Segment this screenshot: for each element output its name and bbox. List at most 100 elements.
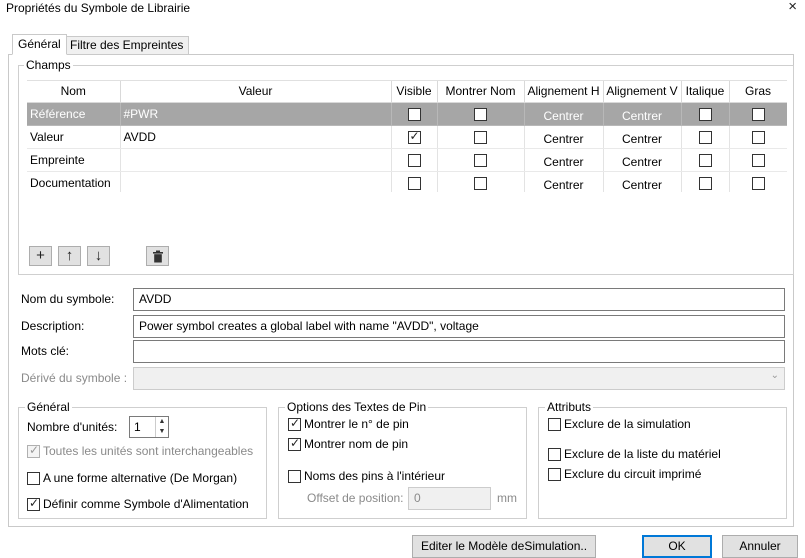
description-field[interactable]: Power symbol creates a global label with… <box>133 315 785 338</box>
show-pin-name-row[interactable]: Montrer nom de pin <box>288 436 408 451</box>
grid-checkbox-cell[interactable] <box>391 125 438 149</box>
grid-checkbox[interactable] <box>751 130 765 144</box>
fields-table: Nom Valeur Visible Montrer Nom Alignement HA… <box>27 81 787 192</box>
de-morgan-checkbox-row[interactable]: A une forme alternative (De Morgan) <box>27 471 237 485</box>
field-value-cell[interactable]: AVDD <box>120 125 392 149</box>
align-h-cell[interactable]: Centrer <box>524 102 604 126</box>
pin-names-inside-row[interactable]: Noms des pins à l'intérieur <box>288 469 445 483</box>
grid-checkbox-cell[interactable] <box>729 148 787 172</box>
align-h-cell[interactable]: Centrer <box>524 171 604 192</box>
keywords-label: Mots clé: <box>21 344 70 358</box>
column-header[interactable]: Alignement H <box>524 81 604 103</box>
symbol-name-field[interactable]: AVDD <box>133 288 785 311</box>
interchangeable-checkbox <box>27 443 40 458</box>
grid-checkbox-cell[interactable] <box>681 148 730 172</box>
tab-footprint-filter[interactable]: Filtre des Empreintes <box>64 36 190 55</box>
de-morgan-checkbox[interactable] <box>27 471 40 485</box>
field-value-cell[interactable] <box>120 171 392 192</box>
grid-checkbox[interactable] <box>474 176 487 190</box>
power-symbol-checkbox-row[interactable]: Définir comme Symbole d'Alimentation <box>27 496 249 511</box>
delete-field-button[interactable] <box>146 246 169 266</box>
close-icon[interactable]: × <box>788 0 797 15</box>
arrow-down-icon: ↓ <box>94 247 103 264</box>
grid-checkbox-cell[interactable] <box>437 102 525 126</box>
align-v-cell[interactable]: Centrer <box>603 102 682 126</box>
field-name-cell[interactable]: Référence <box>27 102 121 126</box>
grid-checkbox-cell[interactable] <box>729 171 787 192</box>
derived-label: Dérivé du symbole : <box>21 371 128 385</box>
grid-checkbox-cell[interactable] <box>681 102 730 126</box>
grid-checkbox[interactable] <box>751 107 765 121</box>
spin-up-icon[interactable]: ▲ <box>156 417 168 427</box>
interchangeable-checkbox-row: Toutes les unités sont interchangeables <box>27 443 253 458</box>
grid-checkbox[interactable] <box>751 176 765 190</box>
grid-checkbox-cell[interactable] <box>729 125 787 149</box>
table-row[interactable]: Référence #PWR Centrer Centrer <box>27 102 787 126</box>
field-name-cell[interactable]: Empreinte <box>27 148 121 172</box>
grid-checkbox[interactable] <box>698 130 712 144</box>
show-pin-name-checkbox[interactable] <box>288 436 301 451</box>
pin-names-inside-checkbox[interactable] <box>288 469 301 483</box>
grid-checkbox[interactable] <box>751 153 765 167</box>
align-v-cell[interactable]: Centrer <box>603 125 682 149</box>
grid-checkbox[interactable] <box>407 107 421 121</box>
exclude-sim-checkbox[interactable] <box>548 417 561 431</box>
offset-field: 0 <box>408 487 491 510</box>
grid-checkbox[interactable] <box>698 107 712 121</box>
grid-checkbox[interactable] <box>698 153 712 167</box>
align-h-cell[interactable]: Centrer <box>524 148 604 172</box>
exclude-board-label: Exclure du circuit imprimé <box>564 467 702 481</box>
align-h-cell[interactable]: Centrer <box>524 125 604 149</box>
power-symbol-checkbox[interactable] <box>27 496 40 511</box>
field-value-cell[interactable]: #PWR <box>120 102 392 126</box>
column-header[interactable]: Nom <box>27 81 121 103</box>
column-header[interactable]: Montrer Nom <box>437 81 525 103</box>
grid-checkbox-cell[interactable] <box>681 171 730 192</box>
tab-general[interactable]: Général <box>12 34 67 55</box>
grid-checkbox[interactable] <box>407 129 421 144</box>
grid-checkbox-cell[interactable] <box>437 125 525 149</box>
grid-checkbox-cell[interactable] <box>391 171 438 192</box>
field-name-cell[interactable]: Valeur <box>27 125 121 149</box>
column-header[interactable]: Gras <box>729 81 787 103</box>
align-v-cell[interactable]: Centrer <box>603 171 682 192</box>
exclude-bom-checkbox[interactable] <box>548 447 561 461</box>
window-title: Propriétés du Symbole de Librairie <box>6 1 191 15</box>
units-spinner[interactable]: 1 ▲ ▼ <box>129 416 169 438</box>
column-header[interactable]: Italique <box>681 81 730 103</box>
table-row[interactable]: Documentation Centrer Centrer <box>27 171 787 192</box>
spin-down-icon[interactable]: ▼ <box>156 427 168 437</box>
exclude-board-checkbox[interactable] <box>548 467 561 481</box>
grid-checkbox[interactable] <box>474 107 487 121</box>
grid-checkbox[interactable] <box>698 176 712 190</box>
grid-checkbox-cell[interactable] <box>437 148 525 172</box>
keywords-field[interactable] <box>133 340 785 363</box>
grid-checkbox[interactable] <box>474 153 487 167</box>
exclude-board-row[interactable]: Exclure du circuit imprimé <box>548 467 701 481</box>
grid-checkbox[interactable] <box>407 176 421 190</box>
show-pin-number-label: Montrer le n° de pin <box>304 417 409 431</box>
table-row[interactable]: ValeurAVDD CentrerCentrer <box>27 125 787 149</box>
column-header[interactable]: Alignement V <box>603 81 682 103</box>
add-field-button[interactable]: + <box>29 246 52 266</box>
show-pin-number-checkbox[interactable] <box>288 416 301 431</box>
grid-checkbox-cell[interactable] <box>391 148 438 172</box>
column-header[interactable]: Visible <box>391 81 438 103</box>
align-v-cell[interactable]: Centrer <box>603 148 682 172</box>
field-value-cell[interactable] <box>120 148 392 172</box>
grid-checkbox[interactable] <box>474 130 487 144</box>
grid-checkbox-cell[interactable] <box>391 102 438 126</box>
grid-checkbox[interactable] <box>407 153 421 167</box>
column-header[interactable]: Valeur <box>120 81 392 103</box>
grid-checkbox-cell[interactable] <box>437 171 525 192</box>
grid-checkbox-cell[interactable] <box>681 125 730 149</box>
exclude-bom-row[interactable]: Exclure de la liste du matériel <box>548 447 721 461</box>
field-name-cell[interactable]: Documentation <box>27 171 121 192</box>
show-pin-number-row[interactable]: Montrer le n° de pin <box>288 416 409 431</box>
description-label: Description: <box>21 319 85 333</box>
move-up-button[interactable]: ↑ <box>58 246 81 266</box>
move-down-button[interactable]: ↓ <box>87 246 110 266</box>
exclude-sim-row[interactable]: Exclure de la simulation <box>548 417 691 431</box>
grid-checkbox-cell[interactable] <box>729 102 787 126</box>
table-row[interactable]: Empreinte Centrer Centrer <box>27 148 787 172</box>
